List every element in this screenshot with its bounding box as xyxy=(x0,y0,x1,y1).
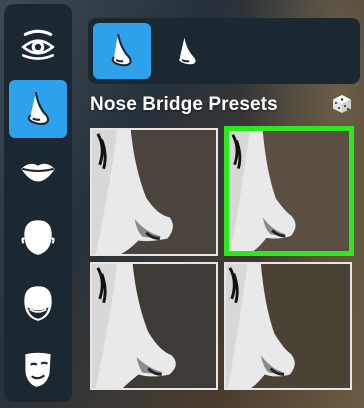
sidebar-item-nose[interactable] xyxy=(9,80,67,138)
nose-icon xyxy=(27,92,50,126)
mouth-icon xyxy=(21,163,55,182)
tab-nose-tip[interactable] xyxy=(158,23,216,79)
nose-profile-image xyxy=(92,130,216,254)
jaw-icon xyxy=(24,286,52,321)
sidebar-item-jaw[interactable] xyxy=(9,274,67,332)
dice-icon[interactable] xyxy=(332,94,352,114)
nose-profile-image xyxy=(229,131,349,251)
sidebar-item-mouth[interactable] xyxy=(9,142,67,200)
sidebar-item-face-shape[interactable] xyxy=(9,208,67,266)
preset-thumbnail-4[interactable] xyxy=(224,262,352,390)
tab-nose-bridge[interactable] xyxy=(93,23,151,79)
preset-thumbnail-2[interactable] xyxy=(224,126,354,256)
preset-thumbnail-1[interactable] xyxy=(90,128,218,256)
eye-icon xyxy=(21,29,55,60)
nose-tip-icon xyxy=(177,34,198,67)
sidebar-item-mask[interactable] xyxy=(9,340,67,398)
nose-profile-image xyxy=(226,264,350,388)
sidebar-item-eyes[interactable] xyxy=(9,18,67,76)
feature-sidebar xyxy=(4,4,72,402)
page-title: Nose Bridge Presets xyxy=(90,94,278,115)
preset-thumbnail-3[interactable] xyxy=(90,262,218,390)
nose-bridge-icon xyxy=(111,33,132,67)
nose-part-tabs xyxy=(88,18,360,84)
face-shape-icon xyxy=(21,220,55,255)
mask-icon xyxy=(25,352,51,387)
nose-profile-image xyxy=(92,264,216,388)
